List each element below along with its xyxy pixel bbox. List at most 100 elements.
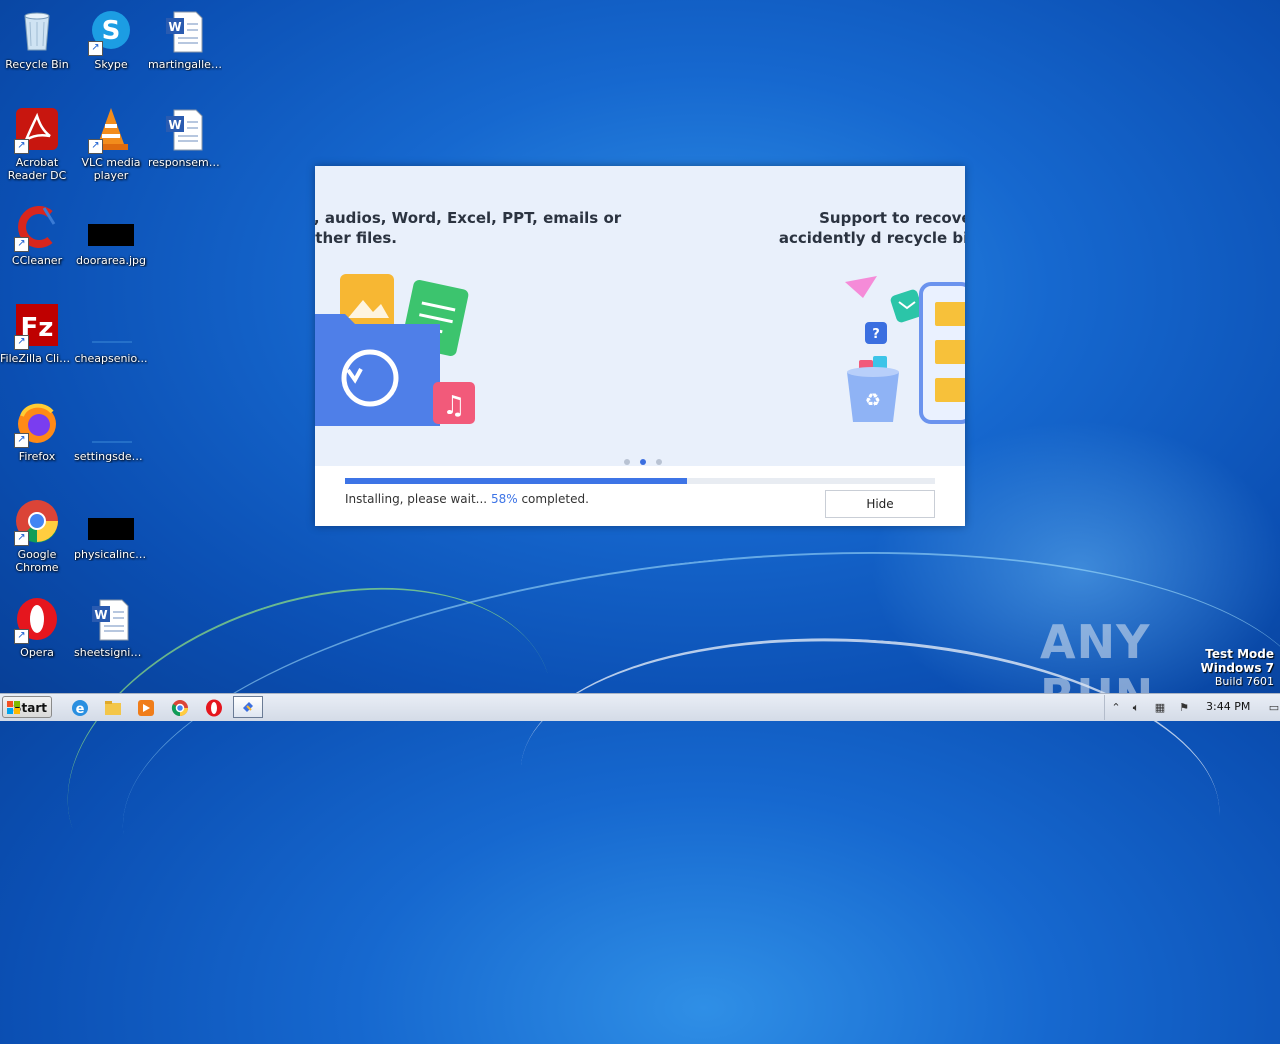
system-tray: ⌃ 🔈︎ ▦ ⚑ ▭ — [1104, 695, 1280, 720]
svg-text:W: W — [168, 20, 181, 34]
desktop-icon-vlc[interactable]: ↗ VLC media player — [74, 106, 148, 182]
blank-file-icon — [88, 400, 134, 446]
chrome-icon: ↗ — [14, 498, 60, 546]
show-desktop-icon[interactable]: ▭ — [1267, 701, 1280, 715]
status-prefix: Installing, please wait... — [345, 492, 488, 506]
status-percent: 58% — [490, 492, 518, 506]
desktop-icon-label: FileZilla Client — [0, 352, 74, 365]
carousel-dot[interactable] — [624, 459, 630, 465]
image-file-icon — [88, 204, 134, 250]
svg-text:♫: ♫ — [442, 391, 465, 421]
start-button[interactable]: Start — [2, 696, 52, 718]
ccleaner-icon: ↗ — [14, 204, 60, 252]
opera-taskbar-icon[interactable] — [204, 698, 224, 718]
desktop-icon-skype[interactable]: S ↗ Skype — [74, 8, 148, 71]
desktop-icon-word-doc[interactable]: W responsemi... — [148, 106, 222, 169]
shortcut-arrow-icon: ↗ — [88, 41, 103, 56]
desktop-icon-word-doc[interactable]: W martingaller... — [148, 8, 222, 71]
acrobat-reader-icon: ↗ — [14, 106, 60, 154]
taskbar-clock[interactable]: 3:44 PM — [1206, 700, 1250, 713]
desktop-icon-blank-file[interactable]: cheapsenio... — [74, 302, 148, 365]
word-document-icon: W — [88, 596, 134, 642]
slide-left-caption: s, audios, Word, Excel, PPT, emails or o… — [315, 209, 622, 247]
desktop-icon-label: sheetsignific... — [74, 646, 148, 659]
chrome-taskbar-icon[interactable] — [170, 698, 190, 718]
build-line: Build 7601 — [1214, 675, 1274, 688]
desktop-icon-firefox[interactable]: ↗ Firefox — [0, 400, 74, 463]
word-document-icon: W — [162, 106, 208, 152]
desktop-icon-label: Acrobat Reader DC — [7, 156, 67, 182]
feature-carousel: s, audios, Word, Excel, PPT, emails or o… — [315, 166, 965, 466]
shortcut-arrow-icon: ↗ — [88, 139, 103, 154]
recycle-bin-icon — [14, 8, 60, 54]
shortcut-arrow-icon: ↗ — [14, 433, 29, 448]
vlc-icon: ↗ — [88, 106, 134, 154]
file-recovery-illustration: ♫ — [315, 274, 475, 426]
blank-file-icon — [88, 302, 134, 348]
shortcut-arrow-icon: ↗ — [14, 335, 29, 350]
slide-right-caption: Support to recover accidently d recycle … — [778, 209, 965, 247]
test-mode-notice: Test Mode Windows 7 Build 7601 — [1201, 647, 1274, 689]
desktop-icon-ccleaner[interactable]: ↗ CCleaner — [0, 204, 74, 267]
desktop-icon-label: doorarea.jpg — [75, 254, 146, 267]
desktop-icon-label: Skype — [94, 58, 128, 71]
status-suffix: completed. — [521, 492, 589, 506]
installer-app-icon — [243, 702, 253, 712]
svg-text:W: W — [168, 118, 181, 132]
desktop-icon-label: Google Chrome — [15, 548, 59, 574]
svg-text:e: e — [76, 702, 85, 717]
carousel-dots — [619, 450, 667, 466]
desktop-icon-label: settingsdefi... — [74, 450, 148, 463]
shortcut-arrow-icon: ↗ — [14, 139, 29, 154]
carousel-dot-active[interactable] — [640, 459, 646, 465]
desktop-icon-label: responsemi... — [148, 156, 222, 169]
word-document-icon: W — [162, 8, 208, 54]
install-progress-fill — [345, 478, 688, 484]
desktop-icon-blank-file[interactable]: settingsdefi... — [74, 400, 148, 463]
desktop-icon-opera[interactable]: ↗ Opera — [0, 596, 74, 659]
volume-icon[interactable]: 🔈︎ — [1129, 701, 1143, 715]
desktop-icon-filezilla[interactable]: Fz ↗ FileZilla Client — [0, 302, 74, 365]
filezilla-icon: Fz ↗ — [14, 302, 60, 350]
taskbar-installer-button[interactable] — [233, 696, 263, 718]
skype-icon: S ↗ — [88, 8, 134, 56]
install-status-text: Installing, please wait... 58% completed… — [345, 492, 589, 506]
svg-text:S: S — [102, 16, 121, 46]
installer-window: s, audios, Word, Excel, PPT, emails or o… — [315, 166, 965, 526]
install-progress-bar — [345, 478, 935, 484]
shortcut-arrow-icon: ↗ — [14, 629, 29, 644]
hide-button[interactable]: Hide — [825, 490, 935, 518]
taskbar: Start e ⌃ 🔈︎ ▦ ⚑ ▭ 3:44 PM — [0, 693, 1280, 721]
shortcut-arrow-icon: ↗ — [14, 237, 29, 252]
media-player-icon[interactable] — [136, 698, 156, 718]
desktop-icon-label: VLC media player — [81, 156, 141, 182]
network-icon[interactable]: ▦ — [1153, 701, 1167, 715]
file-explorer-icon[interactable] — [103, 698, 123, 718]
svg-text:♻: ♻ — [865, 390, 881, 411]
opera-icon: ↗ — [14, 596, 60, 644]
test-mode-line: Test Mode — [1205, 647, 1274, 661]
desktop-icon-label: martingaller... — [148, 58, 222, 71]
windows-flag-icon — [7, 701, 20, 714]
desktop-icon-word-doc[interactable]: W sheetsignific... — [74, 596, 148, 659]
svg-text:?: ? — [872, 327, 880, 342]
desktop-icon-label: physicalinclu... — [74, 548, 148, 561]
svg-text:W: W — [94, 608, 107, 622]
recycle-bin-recovery-illustration: ? ♻ — [845, 276, 965, 424]
desktop-icon-label: CCleaner — [11, 254, 63, 267]
tray-expand-icon[interactable]: ⌃ — [1109, 701, 1123, 715]
desktop-icon-recycle-bin[interactable]: Recycle Bin — [0, 8, 74, 71]
desktop-icon-image-file[interactable]: physicalinclu... — [74, 498, 148, 561]
desktop-icon-label: Firefox — [18, 450, 56, 463]
action-center-flag-icon[interactable]: ⚑ — [1177, 701, 1191, 715]
desktop-icon-image-file[interactable]: doorarea.jpg — [74, 204, 148, 267]
image-file-icon — [88, 498, 134, 544]
desktop-icon-label: Recycle Bin — [5, 58, 69, 71]
desktop-icon-chrome[interactable]: ↗ Google Chrome — [0, 498, 74, 574]
internet-explorer-icon[interactable]: e — [70, 698, 90, 718]
desktop-icon-label: Opera — [20, 646, 54, 659]
desktop-icon-acrobat[interactable]: ↗ Acrobat Reader DC — [0, 106, 74, 182]
firefox-icon: ↗ — [14, 400, 60, 448]
carousel-dot[interactable] — [656, 459, 662, 465]
os-name-line: Windows 7 — [1200, 661, 1274, 675]
